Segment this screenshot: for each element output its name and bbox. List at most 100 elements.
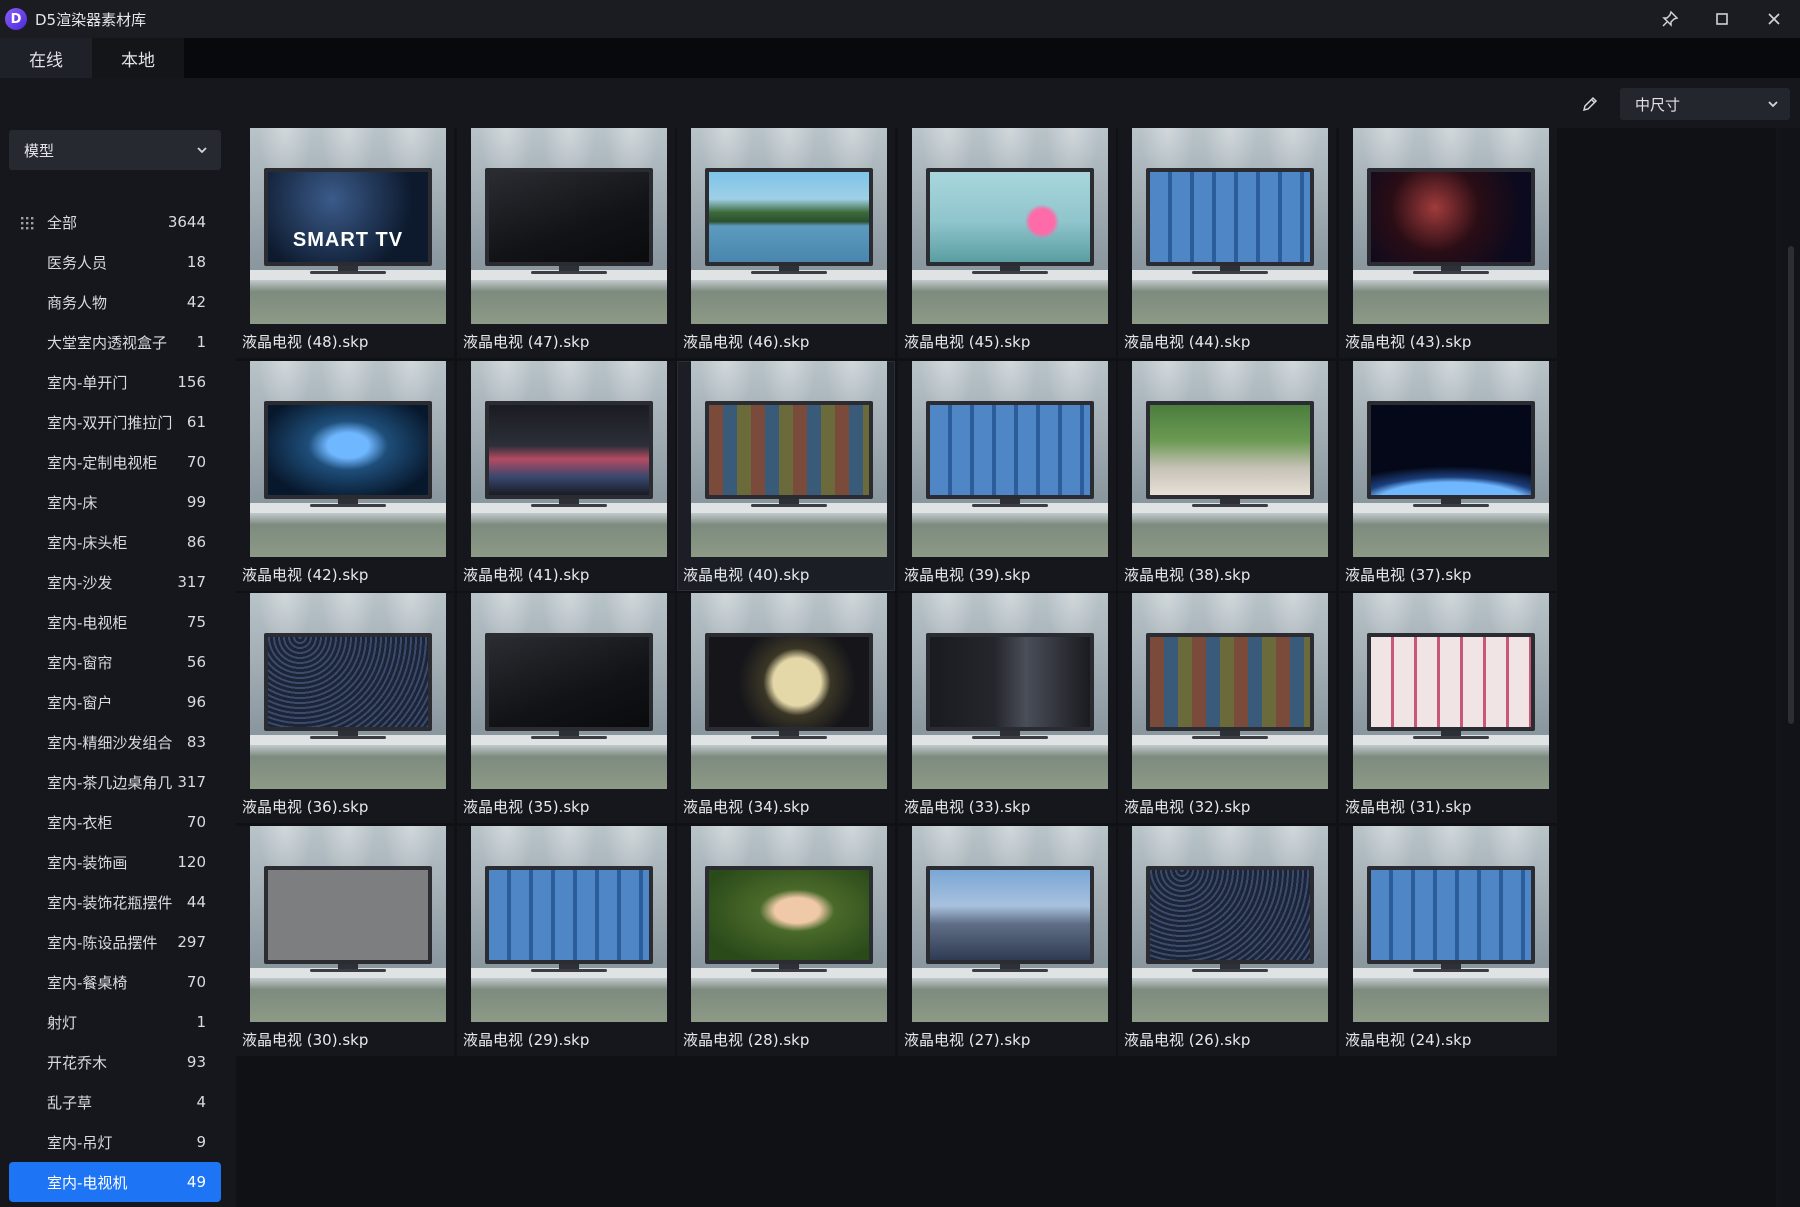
edit-button[interactable] <box>1574 88 1606 120</box>
asset-card[interactable]: 液晶电视 (40).skp <box>677 361 895 591</box>
tv-model <box>926 168 1094 266</box>
asset-name: 液晶电视 (46).skp <box>683 333 810 351</box>
category-count: 75 <box>186 613 206 631</box>
tv-model <box>1367 866 1535 964</box>
asset-card[interactable]: 液晶电视 (33).skp <box>898 593 1116 823</box>
asset-card[interactable]: 液晶电视 (37).skp <box>1339 361 1557 591</box>
category-label: 室内-窗帘 <box>47 653 113 672</box>
tab-local[interactable]: 本地 <box>92 38 184 78</box>
asset-card[interactable]: 液晶电视 (36).skp <box>236 593 454 823</box>
sidebar-category-item[interactable]: 棕榈101 <box>9 1202 221 1207</box>
thumbnail-size-select[interactable]: 中尺寸 <box>1620 88 1790 120</box>
close-button[interactable] <box>1748 0 1800 38</box>
tv-stand-base <box>531 271 607 274</box>
sidebar-category-item[interactable]: 室内-窗帘 56 <box>9 642 221 682</box>
asset-name: 液晶电视 (32).skp <box>1124 798 1251 816</box>
shelf-backdrop <box>912 735 1108 789</box>
sidebar-category-item[interactable]: 室内-陈设品摆件 297 <box>9 922 221 962</box>
sidebar-category-item[interactable]: 室内-茶几边桌角几 317 <box>9 762 221 802</box>
category-label: 室内-床 <box>47 493 98 512</box>
asset-card[interactable]: 液晶电视 (29).skp <box>457 826 675 1056</box>
asset-thumbnail <box>912 128 1108 324</box>
asset-card[interactable]: 液晶电视 (47).skp <box>457 128 675 358</box>
sidebar-category-item[interactable]: 室内-装饰画 120 <box>9 842 221 882</box>
asset-name: 液晶电视 (28).skp <box>683 1031 810 1049</box>
category-label: 室内-定制电视柜 <box>47 453 158 472</box>
asset-thumbnail <box>250 593 446 789</box>
asset-grid-scrollbar[interactable] <box>1782 128 1800 1207</box>
sidebar-category-item[interactable]: 射灯 1 <box>9 1002 221 1042</box>
asset-card[interactable]: 液晶电视 (46).skp <box>677 128 895 358</box>
tv-model <box>1367 168 1535 266</box>
shelf-backdrop <box>691 735 887 789</box>
asset-thumbnail <box>691 826 887 1022</box>
asset-thumbnail <box>691 361 887 557</box>
category-count: 56 <box>186 653 206 671</box>
sidebar-category-item[interactable]: 商务人物 42 <box>9 282 221 322</box>
sidebar-category-item[interactable]: 室内-吊灯 9 <box>9 1122 221 1162</box>
asset-name: 液晶电视 (26).skp <box>1124 1031 1251 1049</box>
tv-screen <box>1371 405 1531 495</box>
sidebar-category-item[interactable]: 大堂室内透视盒子 1 <box>9 322 221 362</box>
tv-stand-base <box>1413 969 1489 972</box>
sidebar-category-item[interactable]: 室内-床头柜 86 <box>9 522 221 562</box>
category-label: 室内-单开门 <box>47 373 128 392</box>
category-type-select[interactable]: 模型 <box>9 130 221 170</box>
sidebar-category-item[interactable]: 室内-餐桌椅 70 <box>9 962 221 1002</box>
tv-model <box>264 633 432 731</box>
asset-card[interactable]: SMART TV 液晶电视 (48).skp <box>236 128 454 358</box>
asset-card[interactable]: 液晶电视 (35).skp <box>457 593 675 823</box>
asset-card[interactable]: 液晶电视 (27).skp <box>898 826 1116 1056</box>
asset-card[interactable]: 液晶电视 (24).skp <box>1339 826 1557 1056</box>
category-count: 317 <box>177 773 206 791</box>
asset-card[interactable]: 液晶电视 (28).skp <box>677 826 895 1056</box>
sidebar-category-item[interactable]: 室内-沙发 317 <box>9 562 221 602</box>
tv-screen <box>489 405 649 495</box>
asset-card[interactable]: 液晶电视 (31).skp <box>1339 593 1557 823</box>
sidebar-category-item[interactable]: 乱子草 4 <box>9 1082 221 1122</box>
asset-card[interactable]: 液晶电视 (44).skp <box>1118 128 1336 358</box>
asset-card[interactable]: 液晶电视 (45).skp <box>898 128 1116 358</box>
category-count: 1 <box>196 1013 206 1031</box>
tv-stand-base <box>972 736 1048 739</box>
size-select-value: 中尺寸 <box>1635 95 1681 114</box>
asset-name: 液晶电视 (24).skp <box>1345 1031 1472 1049</box>
tab-online[interactable]: 在线 <box>0 38 92 78</box>
pin-button[interactable] <box>1644 0 1696 38</box>
asset-card[interactable]: 液晶电视 (38).skp <box>1118 361 1336 591</box>
sidebar-category-item[interactable]: 医务人员 18 <box>9 242 221 282</box>
shelf-backdrop <box>1353 503 1549 557</box>
app-logo-icon: D <box>5 8 27 30</box>
tv-model <box>485 168 653 266</box>
tv-model <box>485 633 653 731</box>
asset-card[interactable]: 液晶电视 (34).skp <box>677 593 895 823</box>
asset-thumbnail <box>471 128 667 324</box>
scrollbar-thumb[interactable] <box>1788 246 1794 724</box>
sidebar-category-item[interactable]: 室内-精细沙发组合 83 <box>9 722 221 762</box>
sidebar-category-item[interactable]: 室内-双开门推拉门 61 <box>9 402 221 442</box>
asset-card[interactable]: 液晶电视 (30).skp <box>236 826 454 1056</box>
category-count: 86 <box>186 533 206 551</box>
sidebar-category-item[interactable]: 室内-定制电视柜 70 <box>9 442 221 482</box>
asset-card[interactable]: 液晶电视 (42).skp <box>236 361 454 591</box>
asset-card[interactable]: 液晶电视 (43).skp <box>1339 128 1557 358</box>
tv-model <box>926 866 1094 964</box>
tv-stand-base <box>972 504 1048 507</box>
asset-card[interactable]: 液晶电视 (41).skp <box>457 361 675 591</box>
sidebar-category-item[interactable]: 开花乔木 93 <box>9 1042 221 1082</box>
sidebar-category-item[interactable]: 室内-床 99 <box>9 482 221 522</box>
shelf-backdrop <box>691 968 887 1022</box>
sidebar-category-item[interactable]: 室内-装饰花瓶摆件 44 <box>9 882 221 922</box>
asset-card[interactable]: 液晶电视 (39).skp <box>898 361 1116 591</box>
sidebar-category-item[interactable]: 室内-窗户 96 <box>9 682 221 722</box>
sidebar-category-item[interactable]: 室内-电视机 49 <box>9 1162 221 1202</box>
sidebar-category-item[interactable]: 室内-电视柜 75 <box>9 602 221 642</box>
asset-card[interactable]: 液晶电视 (32).skp <box>1118 593 1336 823</box>
sidebar-category-item[interactable]: 全部 3644 <box>9 202 221 242</box>
asset-card[interactable]: 液晶电视 (26).skp <box>1118 826 1336 1056</box>
sidebar-category-item[interactable]: 室内-单开门 156 <box>9 362 221 402</box>
sidebar-category-item[interactable]: 室内-衣柜 70 <box>9 802 221 842</box>
maximize-button[interactable] <box>1696 0 1748 38</box>
shelf-backdrop <box>250 735 446 789</box>
category-label: 医务人员 <box>47 253 108 272</box>
